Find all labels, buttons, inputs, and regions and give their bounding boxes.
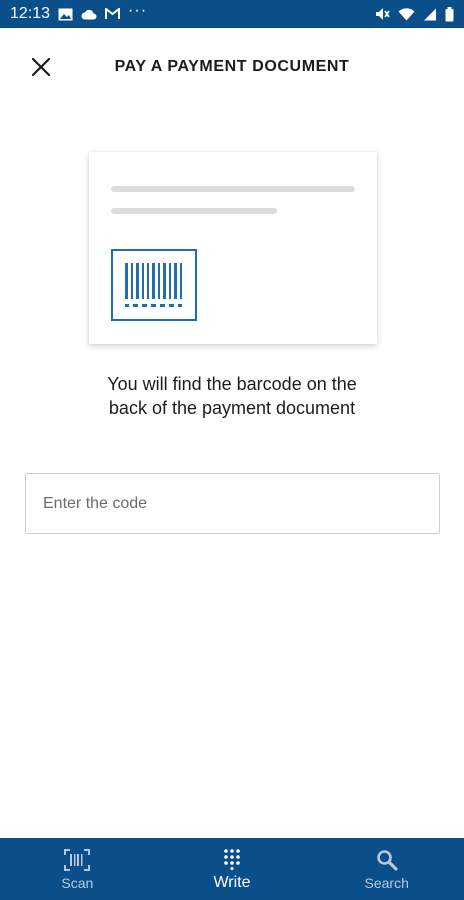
keypad-icon (223, 847, 241, 871)
payment-document-illustration (89, 152, 377, 344)
image-icon (58, 8, 73, 21)
nav-item-search[interactable]: Search (309, 838, 464, 900)
page-title: PAY A PAYMENT DOCUMENT (114, 58, 350, 75)
gmail-icon (105, 8, 121, 20)
document-text-line (111, 208, 277, 214)
more-dots-icon: ··· (128, 2, 148, 19)
nav-label-search: Search (364, 874, 409, 891)
scan-icon (64, 848, 91, 872)
document-text-line (111, 186, 355, 192)
nav-label-scan: Scan (61, 874, 94, 891)
status-right (375, 6, 454, 22)
barcode-icon (111, 249, 197, 321)
nav-label-write: Write (213, 873, 251, 891)
search-icon (376, 848, 398, 872)
code-input[interactable] (25, 473, 440, 534)
app-screen: 12:13 ··· PAY A PAYMENT DOCUMENT You wil… (0, 0, 464, 900)
hint-line-1: You will find the barcode on the (107, 374, 357, 394)
close-button[interactable] (22, 50, 60, 88)
cloud-icon (81, 9, 97, 20)
hint-line-2: back of the payment document (108, 398, 356, 418)
barcode-hint-text: You will find the barcode on the back of… (40, 372, 424, 420)
wifi-icon (398, 7, 415, 21)
status-bar: 12:13 ··· (0, 0, 464, 28)
close-icon (31, 57, 51, 81)
status-time: 12:13 (10, 5, 51, 22)
app-header: PAY A PAYMENT DOCUMENT (0, 28, 464, 108)
nav-item-scan[interactable]: Scan (0, 838, 155, 900)
battery-icon (445, 6, 454, 22)
status-left: 12:13 ··· (10, 2, 148, 23)
signal-icon (423, 8, 437, 21)
bottom-navigation: Scan Write Search (0, 838, 464, 900)
nav-item-write[interactable]: Write (155, 838, 310, 900)
mute-icon (375, 7, 390, 21)
